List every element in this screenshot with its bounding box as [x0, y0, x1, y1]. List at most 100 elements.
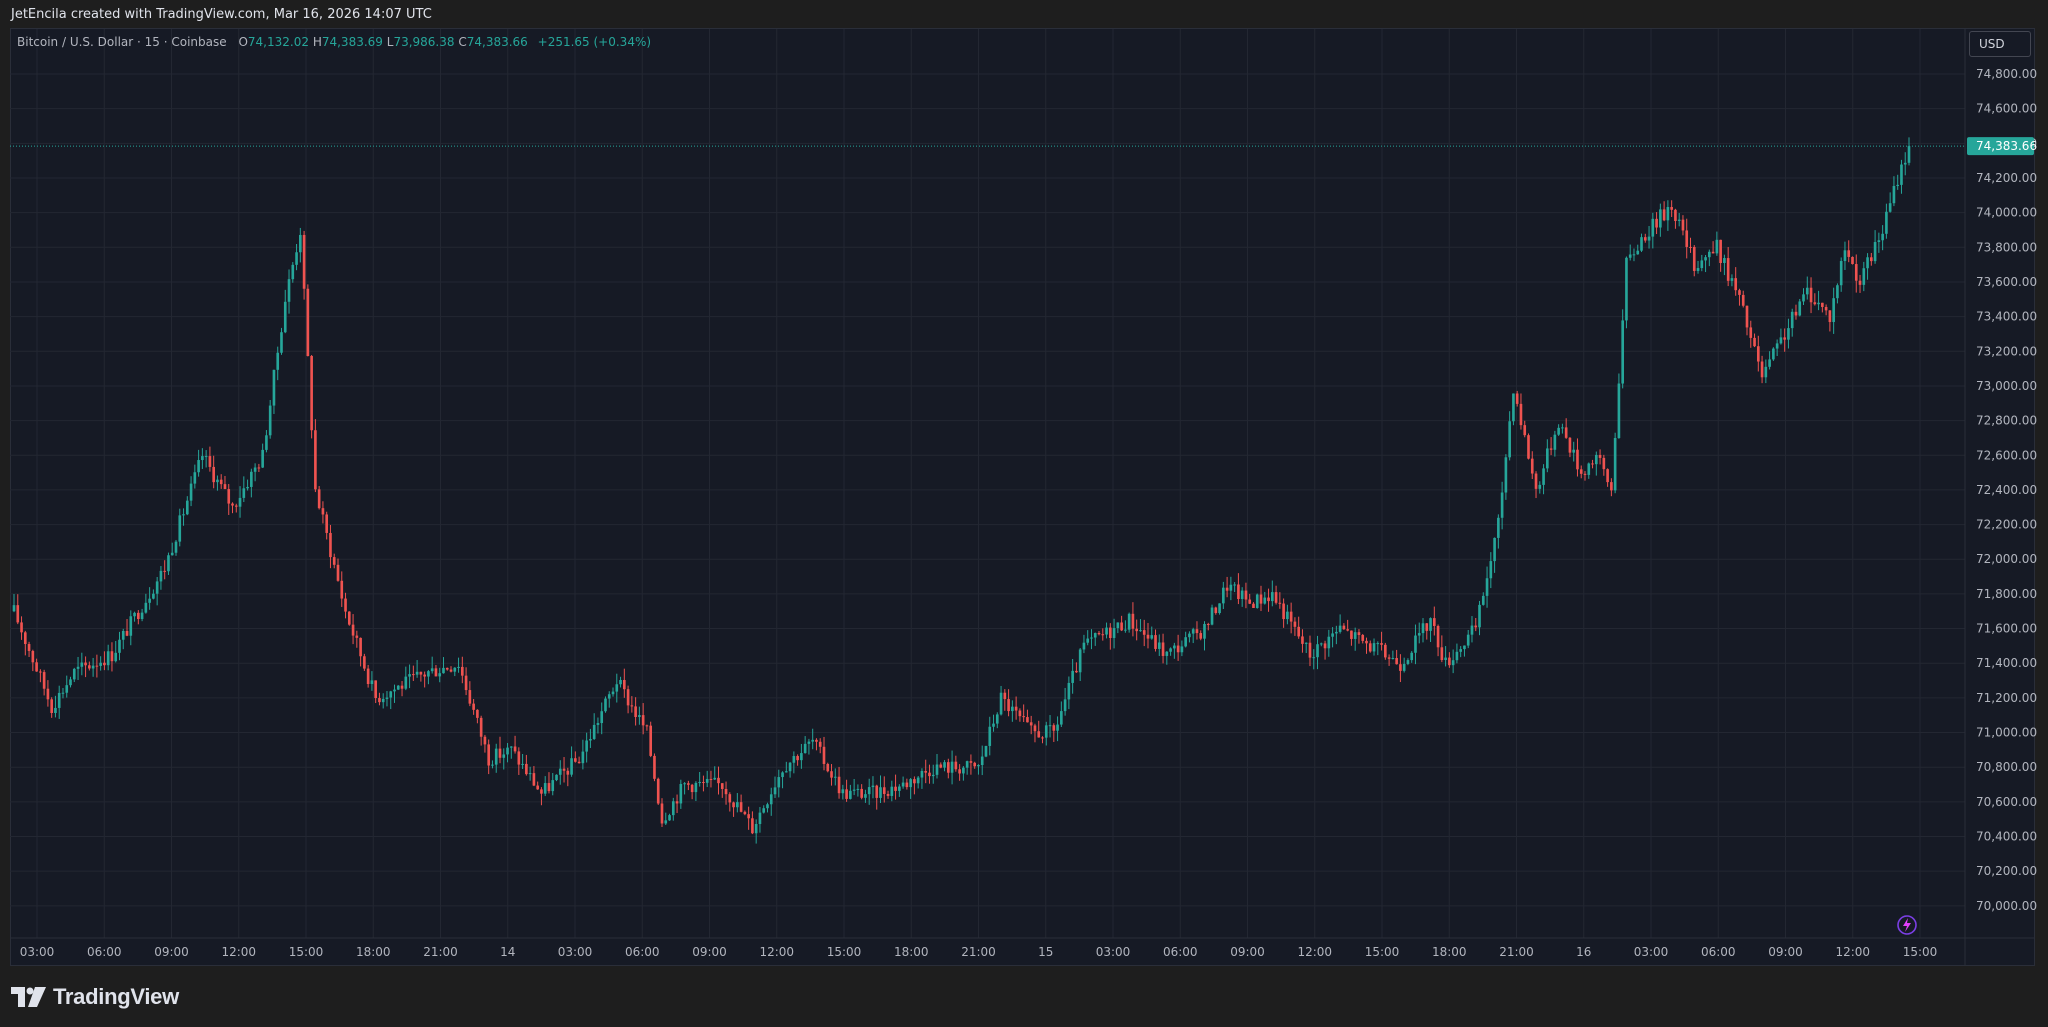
lightning-icon[interactable] — [1897, 915, 1917, 935]
candle-down — [1711, 251, 1715, 254]
candle-down — [622, 680, 626, 690]
price-tick-label: 74,800.00 — [1976, 67, 2037, 81]
candle-down — [347, 611, 351, 625]
candle-up — [992, 723, 995, 727]
candle-up — [1157, 642, 1161, 649]
candle-up — [1376, 643, 1380, 645]
candle-up — [1406, 660, 1410, 664]
time-tick-label: 09:00 — [1768, 945, 1803, 959]
candle-up — [1768, 359, 1771, 367]
candle-up — [611, 691, 615, 695]
time-tick-label: 12:00 — [1835, 945, 1870, 959]
candle-down — [1534, 473, 1538, 489]
candle-down — [1760, 361, 1764, 378]
candle-down — [1308, 642, 1312, 658]
candle-down — [1583, 473, 1587, 475]
time-tick-label: 15:00 — [827, 945, 862, 959]
candle-down — [1395, 658, 1398, 665]
candle-down — [1564, 427, 1568, 438]
last-price-label: 74,383.66 — [1976, 139, 2037, 153]
candle-down — [702, 781, 705, 783]
candle-down — [1176, 645, 1180, 653]
candle-up — [600, 711, 604, 724]
candle-up — [871, 785, 875, 788]
candle-up — [57, 692, 61, 708]
candle-up — [867, 787, 871, 795]
price-tick-label: 70,200.00 — [1976, 864, 2037, 878]
candle-up — [1772, 348, 1775, 360]
candle-down — [468, 690, 472, 704]
candle-up — [1617, 383, 1621, 439]
candle-down — [1384, 644, 1387, 658]
candle-down — [1527, 435, 1530, 459]
candle-down — [16, 605, 20, 623]
candle-down — [1726, 258, 1730, 281]
close-value: 74,383.66 — [466, 35, 528, 49]
candle-down — [310, 356, 313, 431]
candle-up — [91, 665, 95, 669]
candle-up — [295, 252, 298, 265]
price-tick-label: 73,600.00 — [1976, 275, 2037, 289]
candle-up — [1877, 240, 1881, 243]
candle-up — [1546, 448, 1549, 469]
currency-button[interactable]: USD — [1969, 31, 2031, 57]
candle-up — [1775, 343, 1779, 349]
candle-down — [1753, 337, 1756, 347]
candle-up — [1451, 660, 1455, 666]
candle-up — [415, 671, 419, 675]
candle-up — [1787, 328, 1790, 340]
candle-down — [1399, 664, 1402, 671]
candle-up — [1903, 162, 1907, 165]
candle-up — [528, 773, 532, 775]
candle-up — [1240, 590, 1244, 599]
candle-down — [472, 703, 475, 710]
candle-down — [359, 637, 362, 657]
candlestick-chart[interactable]: 74,800.0074,600.0074,400.0074,200.0074,0… — [0, 0, 2048, 1027]
candle-down — [562, 768, 566, 771]
candle-down — [577, 761, 581, 764]
candle-up — [174, 541, 178, 553]
candle-up — [1270, 592, 1274, 602]
candle-up — [999, 692, 1003, 715]
symbol-title[interactable]: Bitcoin / U.S. Dollar · 15 · Coinbase — [17, 35, 227, 49]
candle-down — [687, 783, 690, 785]
candle-down — [137, 612, 140, 619]
candle-down — [830, 771, 833, 778]
time-tick-label: 09:00 — [1230, 945, 1265, 959]
candle-down — [1568, 437, 1572, 453]
candle-up — [299, 234, 302, 253]
candle-up — [129, 616, 133, 636]
candle-down — [540, 789, 543, 794]
candle-down — [645, 725, 649, 727]
candle-down — [321, 508, 325, 515]
candle-down — [23, 632, 27, 645]
candle-down — [325, 514, 329, 533]
candle-down — [1606, 469, 1609, 483]
candle-up — [570, 758, 573, 775]
candle-up — [1704, 257, 1707, 261]
price-tick-label: 71,800.00 — [1976, 587, 2037, 601]
candle-up — [193, 472, 197, 484]
candle-up — [1180, 646, 1184, 653]
candle-down — [1259, 594, 1263, 604]
candle-down — [641, 715, 645, 726]
candle-down — [1022, 716, 1025, 718]
candle-up — [604, 698, 607, 712]
candle-up — [694, 782, 698, 793]
time-tick-label: 15:00 — [1903, 945, 1938, 959]
candle-up — [1730, 278, 1734, 281]
candle-down — [1033, 725, 1037, 732]
candle-up — [1116, 622, 1120, 629]
candle-up — [1470, 625, 1474, 635]
candle-down — [378, 698, 381, 703]
candle-down — [656, 778, 660, 804]
candle-up — [1677, 219, 1681, 221]
candle-down — [860, 788, 863, 798]
time-tick-label: 15:00 — [1365, 945, 1400, 959]
tradingview-logo[interactable]: TradingView — [11, 983, 179, 1011]
candle-up — [272, 369, 276, 406]
candle-up — [592, 724, 596, 739]
candle-up — [698, 781, 701, 783]
candle-up — [1417, 633, 1421, 636]
candle-up — [385, 697, 389, 699]
